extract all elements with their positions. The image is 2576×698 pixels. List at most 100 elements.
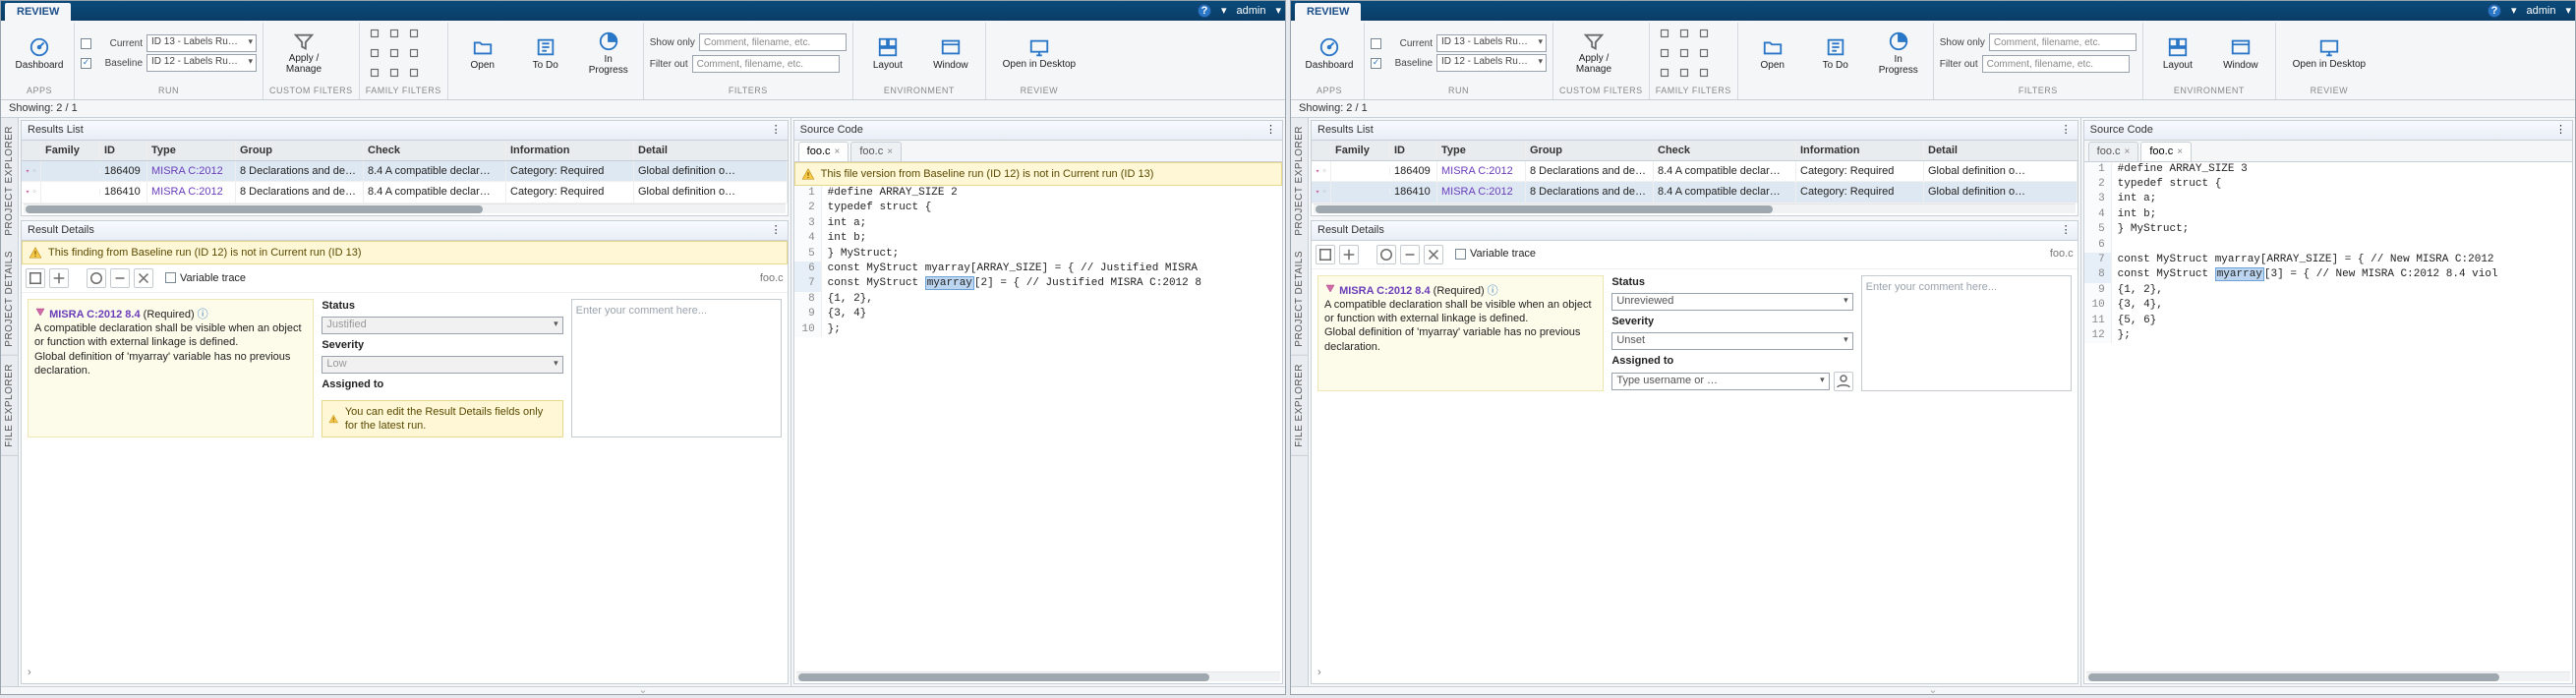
source-code-view[interactable]: 1#define ARRAY_SIZE 22typedef struct {3i… [794, 186, 1282, 337]
details-tool-4[interactable] [1424, 245, 1443, 264]
apply-manage-button[interactable]: Apply / Manage [269, 29, 338, 77]
details-tool-1[interactable] [49, 268, 69, 288]
details-tool-4[interactable] [134, 268, 153, 288]
family-filter-0[interactable] [1656, 25, 1673, 42]
baseline-checkbox[interactable]: ✓ [81, 58, 91, 69]
variable-trace-toggle[interactable]: Variable trace [1455, 247, 1536, 261]
sidebar-tab-2[interactable]: FILE EXPLORER [1, 356, 18, 456]
dashboard-button[interactable]: Dashboard [1301, 29, 1358, 77]
sidebar-tab-1[interactable]: PROJECT DETAILS [1291, 243, 1308, 356]
close-icon[interactable]: × [835, 145, 841, 158]
family-filter-5[interactable] [1695, 44, 1713, 62]
user-chevron[interactable]: ▾ [1275, 4, 1281, 18]
family-filter-7[interactable] [385, 64, 403, 82]
panel-menu-icon[interactable]: ⋮ [771, 123, 782, 137]
help-chevron[interactable]: ▾ [2511, 4, 2517, 18]
open-in-desktop-button[interactable]: Open in Desktop [2282, 29, 2376, 77]
family-filter-1[interactable] [1675, 25, 1693, 42]
result-details-tab[interactable]: Result Details [28, 223, 94, 237]
source-tab[interactable]: foo.c× [798, 142, 849, 160]
family-filter-1[interactable] [385, 25, 403, 42]
details-tool-0[interactable] [26, 268, 45, 288]
dashboard-button[interactable]: Dashboard [11, 29, 68, 77]
family-filter-4[interactable] [385, 44, 403, 62]
current-run-dropdown[interactable]: ID 13 - Labels Run 2… [146, 34, 257, 52]
in-progress-button[interactable]: InProgress [580, 29, 637, 77]
source-tab[interactable]: foo.c× [2140, 142, 2192, 160]
details-expand-chevron[interactable]: › [1312, 662, 2078, 683]
family-filter-5[interactable] [405, 44, 423, 62]
titlebar-tab-review[interactable]: REVIEW [1295, 3, 1361, 21]
panel-menu-icon[interactable]: ⋮ [1265, 123, 1276, 137]
baseline-run-dropdown[interactable]: ID 12 - Labels Run 1… [146, 54, 257, 72]
baseline-checkbox[interactable]: ✓ [1371, 58, 1381, 69]
help-icon[interactable]: ? [1198, 4, 1211, 18]
family-filter-8[interactable] [1695, 64, 1713, 82]
source-code-tab[interactable]: Source Code [2090, 123, 2153, 137]
panel-menu-icon[interactable]: ⋮ [2555, 123, 2566, 137]
close-icon[interactable]: × [2125, 145, 2131, 158]
details-tool-0[interactable] [1316, 245, 1335, 264]
family-filter-2[interactable] [405, 25, 423, 42]
layout-button[interactable]: Layout [2149, 29, 2206, 77]
panel-menu-icon[interactable]: ⋮ [2061, 123, 2072, 137]
sidebar-tab-0[interactable]: PROJECT EXPLORER [1291, 118, 1308, 244]
comment-input[interactable]: Enter your comment here... [571, 299, 782, 437]
todo-button[interactable]: To Do [1807, 29, 1864, 77]
rule-help-icon[interactable]: ⓘ [198, 309, 208, 320]
window-button[interactable]: Window [2212, 29, 2269, 77]
family-filter-4[interactable] [1675, 44, 1693, 62]
severity-select[interactable]: Unset [1611, 332, 1852, 350]
user-label[interactable]: admin [1237, 4, 1266, 18]
results-row[interactable]: ◦ 186410 MISRA C:2012 8 Declarations and… [1312, 182, 2078, 203]
details-tool-3[interactable] [110, 268, 130, 288]
family-filter-7[interactable] [1675, 64, 1693, 82]
close-icon[interactable]: × [887, 145, 893, 158]
panel-menu-icon[interactable]: ⋮ [2061, 223, 2072, 237]
results-hscroll[interactable] [1314, 204, 2076, 213]
family-filter-2[interactable] [1695, 25, 1713, 42]
family-filter-6[interactable] [366, 64, 383, 82]
current-checkbox[interactable] [81, 38, 91, 49]
source-hscroll[interactable] [2086, 671, 2570, 681]
panel-menu-icon[interactable]: ⋮ [771, 223, 782, 237]
titlebar-tab-review[interactable]: REVIEW [5, 3, 71, 21]
result-details-tab[interactable]: Result Details [1317, 223, 1384, 237]
help-icon[interactable]: ? [2488, 4, 2501, 18]
open-in-desktop-button[interactable]: Open in Desktop [992, 29, 1086, 77]
family-filter-8[interactable] [405, 64, 423, 82]
user-chevron[interactable]: ▾ [2565, 4, 2571, 18]
current-checkbox[interactable] [1371, 38, 1381, 49]
resize-handle[interactable]: ⌄ [1, 686, 1285, 694]
sidebar-tab-1[interactable]: PROJECT DETAILS [1, 243, 18, 356]
family-filter-0[interactable] [366, 25, 383, 42]
filter-out-input[interactable]: Comment, filename, etc. [1982, 55, 2130, 73]
help-chevron[interactable]: ▾ [1221, 4, 1227, 18]
open-button[interactable]: Open [1744, 29, 1801, 77]
status-select[interactable]: Unreviewed [1611, 293, 1852, 311]
in-progress-button[interactable]: InProgress [1870, 29, 1927, 77]
assigned-add-button[interactable] [1834, 372, 1853, 391]
layout-button[interactable]: Layout [859, 29, 916, 77]
details-expand-chevron[interactable]: › [22, 662, 788, 683]
results-row[interactable]: ◦ 186409 MISRA C:2012 8 Declarations and… [22, 161, 788, 182]
family-filter-3[interactable] [1656, 44, 1673, 62]
assigned-input[interactable]: Type username or … [1611, 373, 1829, 390]
source-tab[interactable]: foo.c× [850, 142, 902, 160]
todo-button[interactable]: To Do [517, 29, 574, 77]
details-tool-1[interactable] [1339, 245, 1359, 264]
source-code-tab[interactable]: Source Code [800, 123, 863, 137]
family-filter-6[interactable] [1656, 64, 1673, 82]
sidebar-tab-2[interactable]: FILE EXPLORER [1291, 356, 1308, 456]
show-only-input[interactable]: Comment, filename, etc. [699, 33, 847, 51]
details-tool-3[interactable] [1400, 245, 1420, 264]
details-tool-2[interactable] [1376, 245, 1396, 264]
details-tool-2[interactable] [87, 268, 106, 288]
source-code-view[interactable]: 1#define ARRAY_SIZE 32typedef struct {3i… [2084, 162, 2572, 344]
show-only-input[interactable]: Comment, filename, etc. [1989, 33, 2137, 51]
results-list-tab[interactable]: Results List [28, 123, 84, 137]
user-label[interactable]: admin [2527, 4, 2556, 18]
results-row[interactable]: ◦ 186409 MISRA C:2012 8 Declarations and… [1312, 161, 2078, 182]
close-icon[interactable]: × [2177, 145, 2183, 158]
variable-trace-toggle[interactable]: Variable trace [165, 271, 246, 285]
